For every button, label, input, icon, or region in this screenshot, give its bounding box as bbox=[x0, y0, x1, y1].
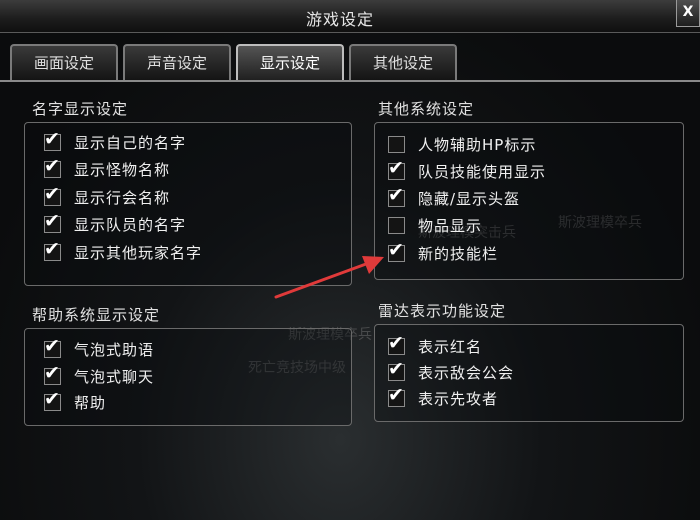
game-settings-window: 斯波理模突击兵 斯波理模卒兵 斯波理模卒兵 死亡竞技场中级 游戏设定 X 画面设… bbox=[0, 0, 700, 520]
arrow-shaft bbox=[274, 262, 368, 299]
annotation-arrow bbox=[274, 256, 384, 299]
